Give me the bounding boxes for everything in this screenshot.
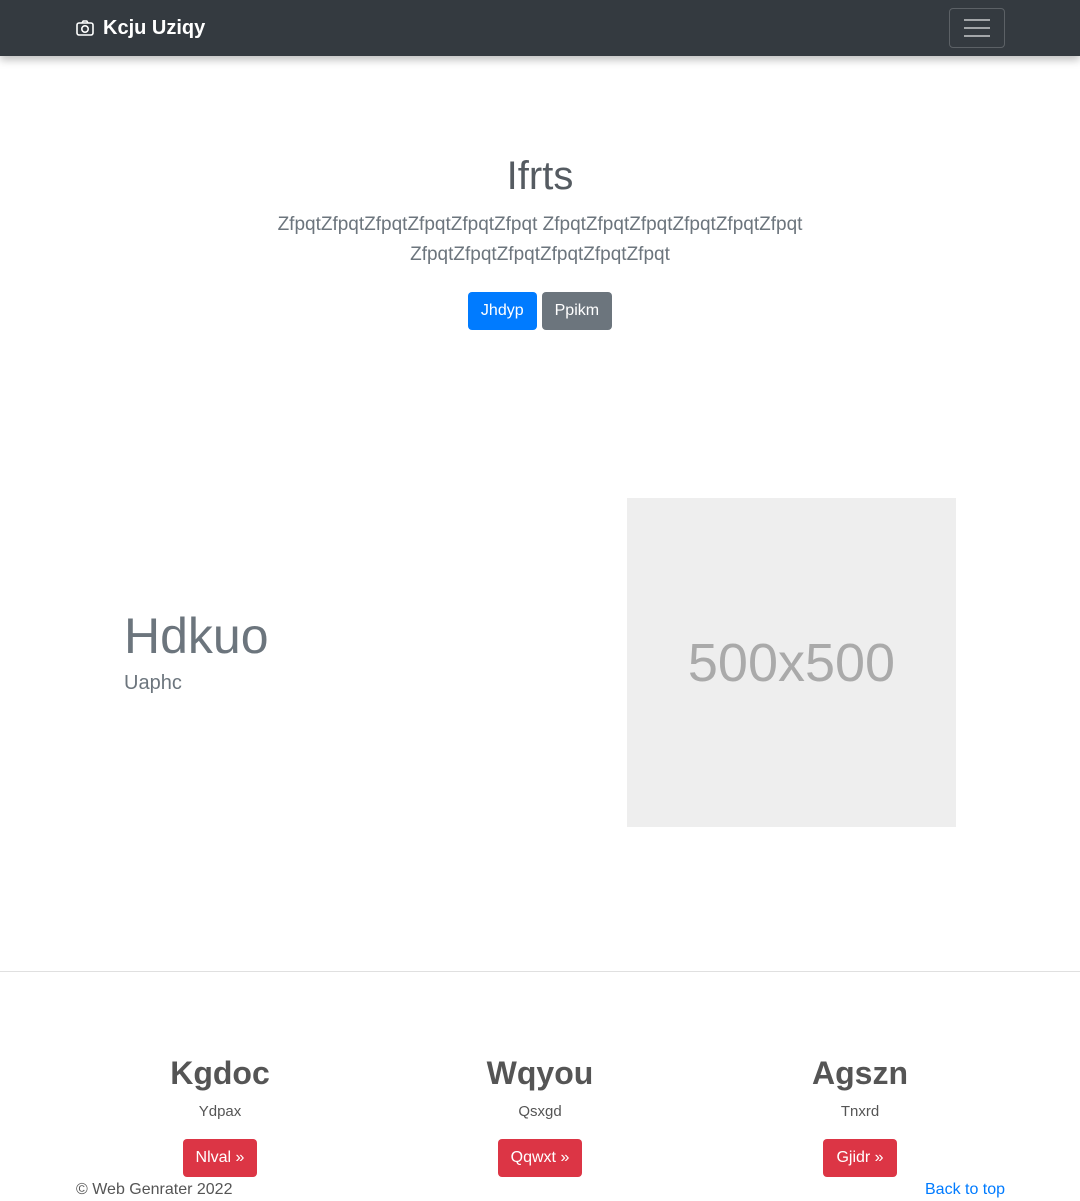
feature-column: Wqyou Qsxgd Qqwxt » [390, 1052, 690, 1177]
column-button[interactable]: Gjidr » [823, 1139, 897, 1177]
column-text: Ydpax [198, 1103, 242, 1120]
hero-lead-text: ZfpqtZfpqtZfpqtZfpqtZfpqtZfpqt ZfpqtZfpq… [277, 214, 803, 265]
hero-button-group: Jhdyp Ppikm [0, 292, 1080, 330]
hero-title: Ifrts [506, 154, 574, 198]
feature-column: Kgdoc Ydpax Nlval » [70, 1052, 370, 1177]
footer-copyright: © Web Genrater 2022 [76, 1181, 233, 1198]
hero-primary-button[interactable]: Jhdyp [467, 292, 537, 330]
column-text: Tnxrd [840, 1103, 880, 1120]
hero-secondary-button[interactable]: Ppikm [541, 292, 613, 330]
brand-name: Kcju Uziqy [103, 16, 206, 39]
column-button[interactable]: Qqwxt » [497, 1139, 583, 1177]
column-title: Wqyou [486, 1055, 594, 1091]
brand-link[interactable]: Kcju Uziqy [75, 14, 205, 42]
hamburger-menu-icon [964, 19, 990, 37]
section-divider [0, 971, 1080, 972]
feature-column: Agszn Tnxrd Gjidr » [710, 1052, 1010, 1177]
feature-subheading: Uaphc [124, 672, 182, 694]
camera-icon [76, 20, 94, 36]
navbar: Kcju Uziqy [0, 0, 1080, 56]
column-text: Qsxgd [518, 1103, 562, 1120]
back-to-top-link[interactable]: Back to top [925, 1180, 1005, 1200]
column-button[interactable]: Nlval » [182, 1139, 258, 1177]
column-title: Kgdoc [170, 1055, 270, 1091]
placeholder-image-label: 500x500 [687, 632, 896, 693]
feature-placeholder-image: 500x500 [627, 498, 956, 827]
column-title: Agszn [812, 1055, 908, 1091]
feature-heading: Hdkuo [124, 608, 269, 664]
navbar-toggler-button[interactable] [949, 8, 1005, 48]
